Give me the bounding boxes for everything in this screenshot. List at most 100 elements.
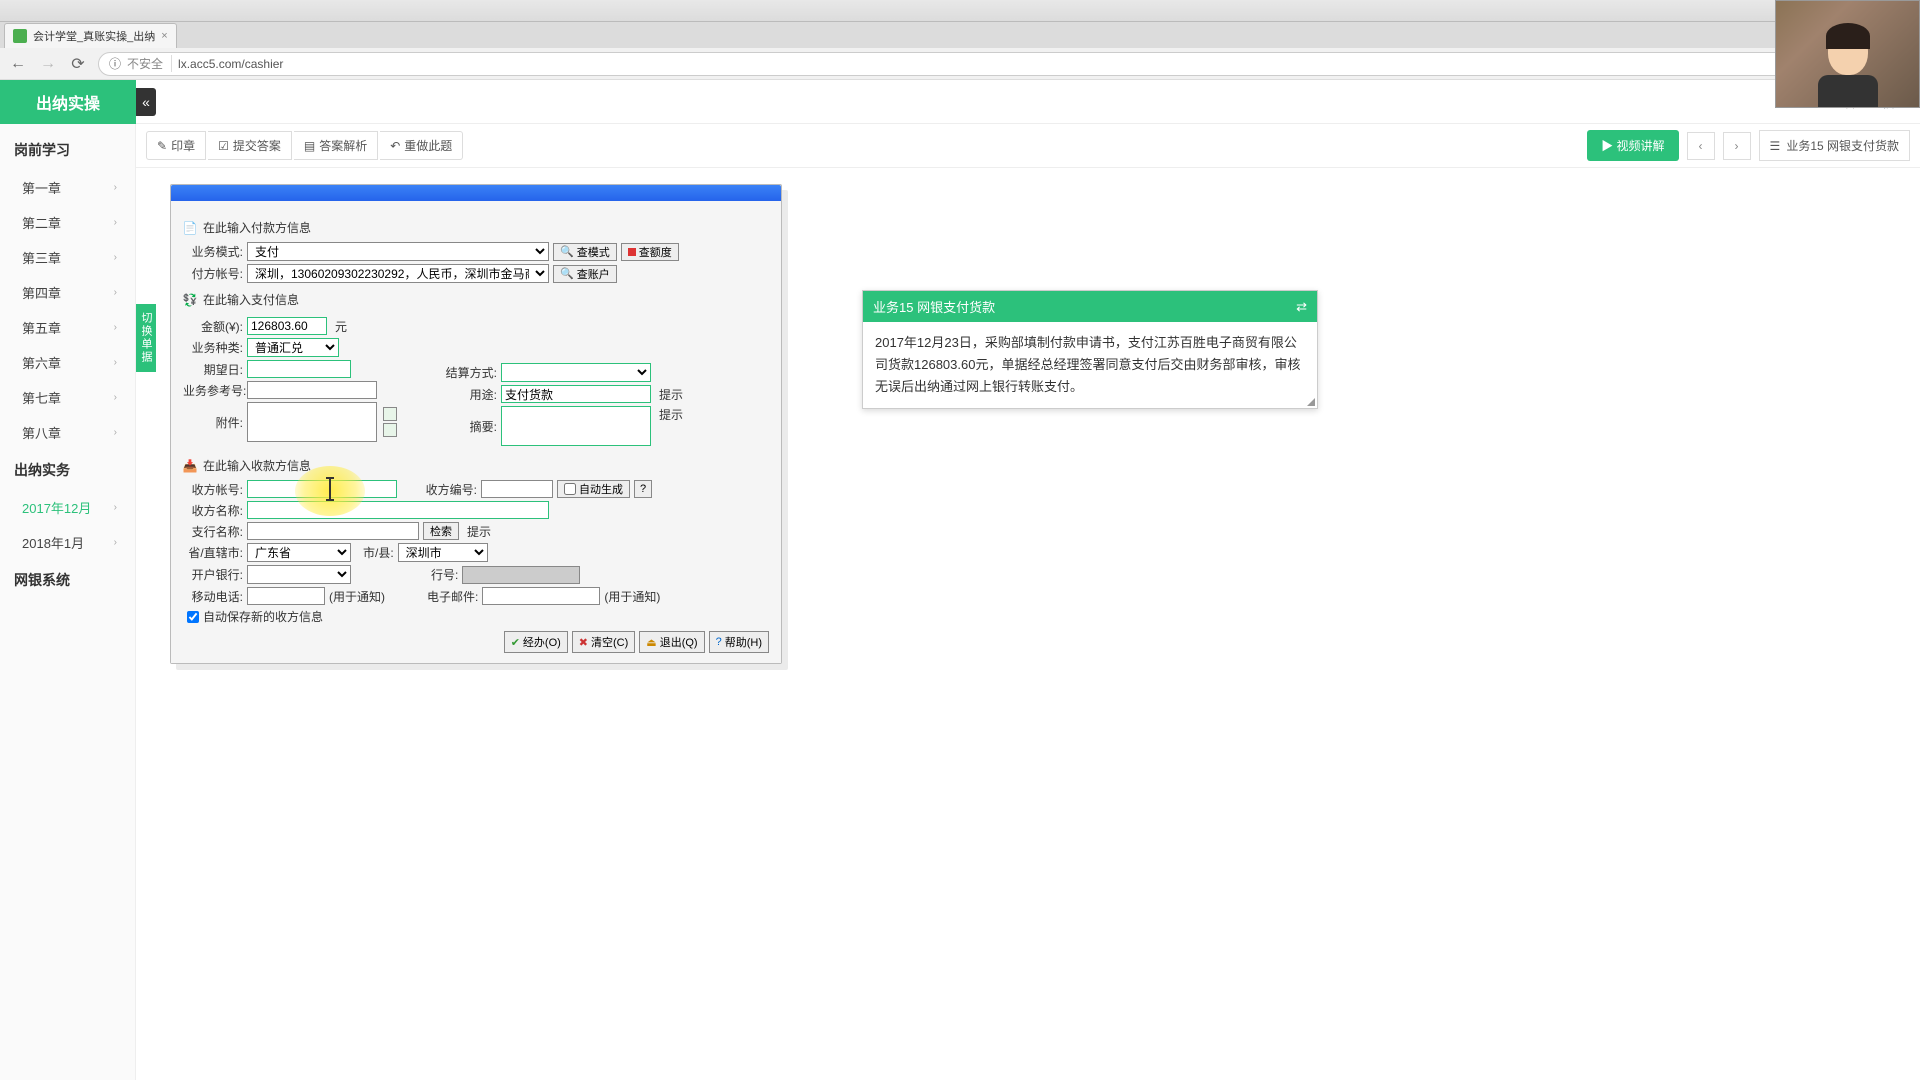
payee-name-label: 收方名称: (183, 502, 243, 519)
submit-answer-button[interactable]: ☑提交答案 (208, 131, 292, 160)
swap-icon[interactable]: ⇄ (1296, 299, 1307, 315)
tab-close-icon[interactable]: × (161, 30, 167, 42)
browser-tab[interactable]: 会计学堂_真账实操_出纳 × (4, 23, 177, 48)
date-input[interactable] (247, 360, 351, 378)
chevron-right-icon: › (114, 182, 117, 193)
sidebar-item-ch7[interactable]: 第七章› (0, 380, 135, 415)
address-bar: ← → ⟳ ⓘ 不安全 lx.acc5.com/cashier (0, 48, 1920, 80)
payee-account-input[interactable] (247, 480, 397, 498)
sidebar-item-ch3[interactable]: 第三章› (0, 240, 135, 275)
branch-input[interactable] (247, 522, 419, 540)
lookup-limit-button[interactable]: 查额度 (621, 243, 679, 261)
switch-voucher-tab[interactable]: 切换单据 (136, 304, 156, 372)
summary-label: 摘要: (437, 418, 497, 435)
hint-link[interactable]: 提示 (659, 386, 683, 403)
forward-button[interactable]: → (38, 54, 58, 74)
attachment-area[interactable] (247, 402, 377, 442)
chevron-right-icon: › (114, 217, 117, 228)
settle-select[interactable] (501, 363, 651, 382)
email-hint: (用于通知) (604, 588, 660, 605)
resize-handle[interactable] (1307, 398, 1315, 406)
sidebar-item-ch2[interactable]: 第二章› (0, 205, 135, 240)
next-task-button[interactable]: › (1723, 132, 1751, 160)
sidebar-heading-practice: 出纳实务 (0, 450, 135, 490)
purpose-input[interactable] (501, 385, 651, 403)
summary-area[interactable] (501, 406, 651, 446)
autosave-checkbox[interactable] (187, 611, 199, 623)
type-select[interactable]: 普通汇兑 (247, 338, 339, 357)
purpose-label: 用途: (437, 386, 497, 403)
redo-button[interactable]: ↶重做此题 (380, 131, 463, 160)
form-titlebar (171, 185, 781, 201)
search-icon: 🔍 (560, 245, 574, 258)
tab-title: 会计学堂_真账实操_出纳 (33, 28, 155, 44)
mode-label: 业务模式: (183, 243, 243, 260)
help-button[interactable]: ?帮助(H) (709, 631, 769, 653)
remove-attach-button[interactable] (383, 423, 397, 437)
stamp-button[interactable]: ✎印章 (146, 131, 206, 160)
app-header: 出纳实操 « 查看公司信息 (0, 80, 1920, 124)
autogen-checkbox[interactable] (564, 483, 576, 495)
help-icon-button[interactable]: ? (634, 480, 652, 498)
payment-icon: 💱 (183, 293, 197, 307)
payer-account-select[interactable]: 深圳，13060209302230292，人民币，深圳市金马商贸有限公司 (247, 264, 549, 283)
prev-task-button[interactable]: ‹ (1687, 132, 1715, 160)
email-input[interactable] (482, 587, 600, 605)
prov-label: 省/直辖市: (183, 544, 243, 561)
hint-link[interactable]: 提示 (467, 523, 491, 540)
tab-strip: 会计学堂_真账实操_出纳 × (0, 22, 1920, 48)
city-select[interactable]: 深圳市 (398, 543, 488, 562)
autogen-button[interactable]: 自动生成 (557, 480, 630, 498)
payer-icon: 📄 (183, 221, 197, 235)
mobile-input[interactable] (247, 587, 325, 605)
sidebar-collapse-button[interactable]: « (136, 88, 156, 116)
lookup-mode-button[interactable]: 🔍查模式 (553, 243, 617, 261)
city-label: 市/县: (363, 544, 394, 561)
bankno-input (462, 566, 580, 584)
mode-select[interactable]: 支付 (247, 242, 549, 261)
payee-name-input[interactable] (247, 501, 549, 519)
analysis-icon: ▤ (304, 139, 315, 153)
chevron-right-icon: › (114, 287, 117, 298)
task-header[interactable]: 业务15 网银支付货款 ⇄ (863, 291, 1317, 322)
lookup-account-button[interactable]: 🔍查账户 (553, 265, 617, 283)
sidebar-heading-pretraining: 岗前学习 (0, 130, 135, 170)
payee-code-input[interactable] (481, 480, 553, 498)
sidebar-item-ch1[interactable]: 第一章› (0, 170, 135, 205)
ref-input[interactable] (247, 381, 377, 399)
reload-button[interactable]: ⟳ (68, 54, 88, 74)
sidebar-item-2017-12[interactable]: 2017年12月› (0, 490, 135, 525)
sidebar-item-ch6[interactable]: 第六章› (0, 345, 135, 380)
ref-label: 业务参考号: (183, 382, 243, 399)
settle-label: 结算方式: (437, 364, 497, 381)
analysis-button[interactable]: ▤答案解析 (294, 131, 378, 160)
date-label: 期望日: (183, 361, 243, 378)
hint-link[interactable]: 提示 (659, 406, 683, 423)
exit-button[interactable]: ⏏退出(Q) (639, 631, 704, 653)
province-select[interactable]: 广东省 (247, 543, 351, 562)
sidebar-item-ch8[interactable]: 第八章› (0, 415, 135, 450)
submit-icon: ☑ (218, 139, 229, 153)
bank-select[interactable] (247, 565, 351, 584)
chevron-right-icon: › (114, 537, 117, 548)
text-cursor-icon (329, 478, 331, 500)
back-button[interactable]: ← (8, 54, 28, 74)
process-button[interactable]: ✔经办(O) (504, 631, 568, 653)
mobile-label: 移动电话: (183, 588, 243, 605)
chevron-right-icon: › (114, 357, 117, 368)
video-explain-button[interactable]: ▶ 视频讲解 (1587, 130, 1678, 161)
chevron-right-icon: › (114, 322, 117, 333)
task-badge: ☰业务15 网银支付货款 (1759, 130, 1910, 161)
sidebar-item-ch4[interactable]: 第四章› (0, 275, 135, 310)
sidebar-item-ch5[interactable]: 第五章› (0, 310, 135, 345)
search-branch-button[interactable]: 检索 (423, 522, 459, 540)
url-input[interactable]: ⓘ 不安全 lx.acc5.com/cashier (98, 52, 1912, 76)
task-description-panel: 业务15 网银支付货款 ⇄ 2017年12月23日，采购部填制付款申请书，支付江… (862, 290, 1318, 409)
sidebar-item-2018-01[interactable]: 2018年1月› (0, 525, 135, 560)
window-titlebar: — □ ✕ (0, 0, 1920, 22)
amount-input[interactable] (247, 317, 327, 335)
add-attach-button[interactable] (383, 407, 397, 421)
sidebar-heading-bank: 网银系统 (0, 560, 135, 600)
stamp-icon: ✎ (157, 139, 167, 153)
clear-button[interactable]: ✖清空(C) (572, 631, 636, 653)
